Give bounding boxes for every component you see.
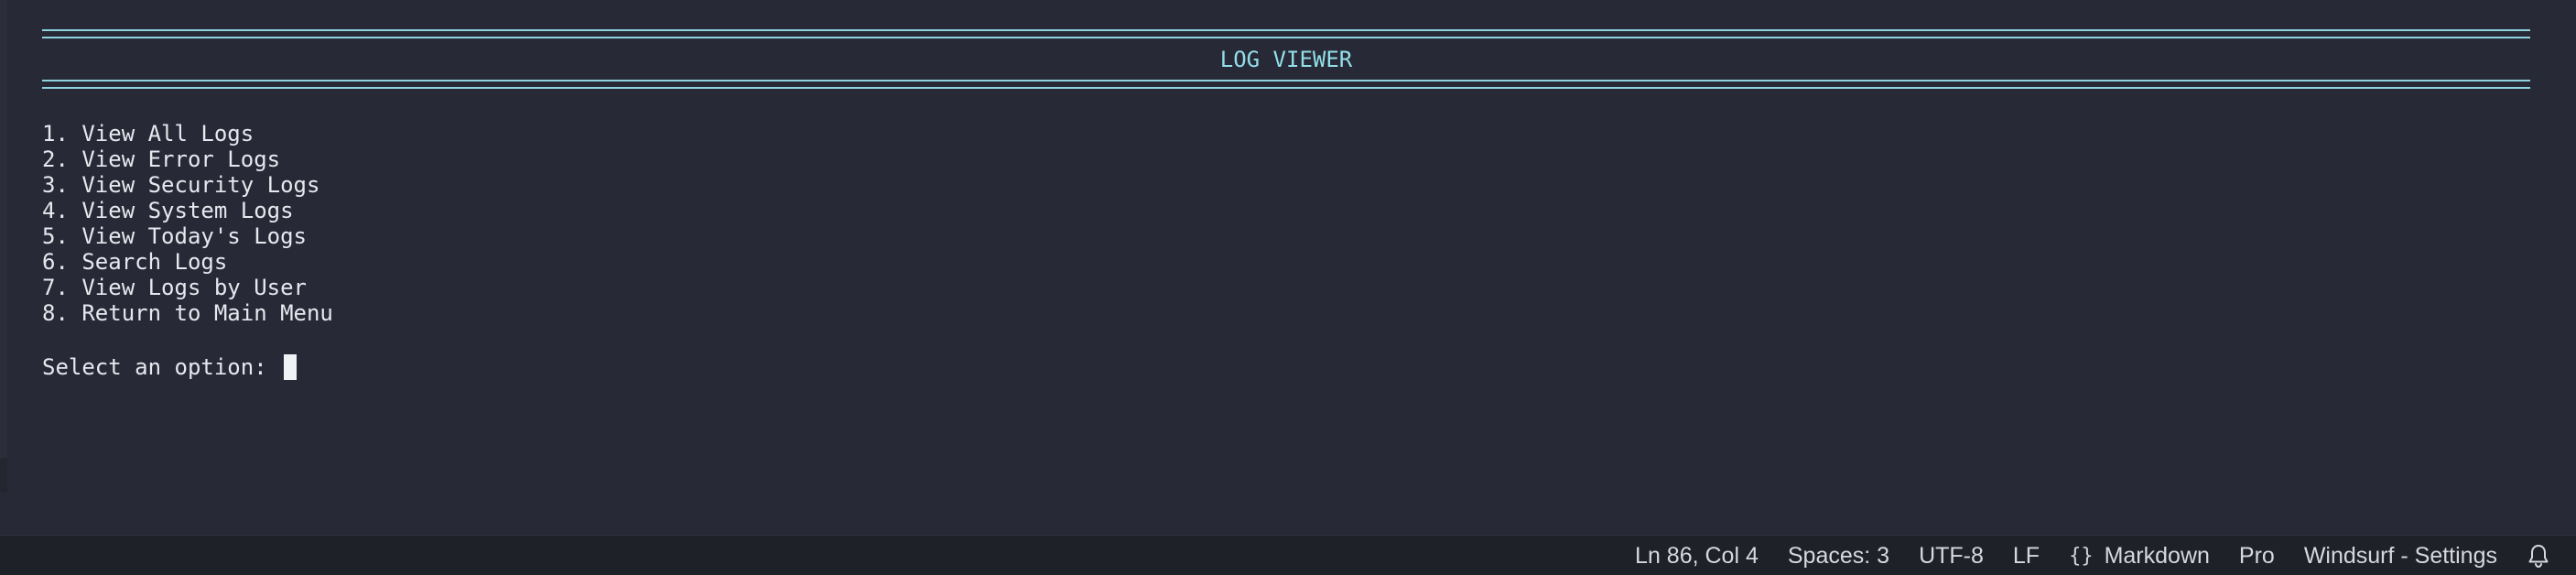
- editor-window: LOG VIEWER 1. View All Logs 2. View Erro…: [0, 0, 2576, 575]
- menu-item-view-system-logs: 4. View System Logs: [42, 198, 294, 223]
- menu-item-view-logs-by-user: 7. View Logs by User: [42, 275, 307, 300]
- terminal-panel[interactable]: LOG VIEWER 1. View All Logs 2. View Erro…: [0, 0, 2576, 533]
- menu-item-return-main-menu: 8. Return to Main Menu: [42, 300, 333, 326]
- plan-badge[interactable]: Pro: [2239, 543, 2275, 570]
- terminal-cursor: [284, 354, 298, 380]
- windsurf-settings[interactable]: Windsurf - Settings: [2304, 543, 2497, 570]
- option-prompt[interactable]: Select an option:: [42, 353, 298, 381]
- line-ending[interactable]: LF: [2013, 543, 2040, 570]
- status-bar: Ln 86, Col 4 Spaces: 3 UTF-8 LF {} Markd…: [0, 535, 2576, 575]
- panel-left-edge-lower: [0, 458, 7, 493]
- notifications-button[interactable]: [2527, 543, 2550, 569]
- header-rule-bottom: [42, 80, 2530, 89]
- bell-icon: [2528, 545, 2549, 569]
- prompt-label: Select an option:: [42, 354, 281, 380]
- header-rule-top: [42, 29, 2530, 38]
- menu-item-view-error-logs: 2. View Error Logs: [42, 146, 281, 172]
- panel-left-edge: [0, 0, 7, 458]
- menu-item-view-security-logs: 3. View Security Logs: [42, 172, 320, 198]
- indentation-setting[interactable]: Spaces: 3: [1788, 543, 1889, 570]
- menu-item-view-all-logs: 1. View All Logs: [42, 121, 254, 146]
- log-menu: 1. View All Logs 2. View Error Logs 3. V…: [42, 121, 333, 326]
- file-encoding[interactable]: UTF-8: [1919, 543, 1984, 570]
- log-viewer-title: LOG VIEWER: [1219, 47, 1353, 72]
- menu-item-search-logs: 6. Search Logs: [42, 249, 228, 275]
- language-mode[interactable]: {} Markdown: [2069, 543, 2210, 570]
- cursor-position[interactable]: Ln 86, Col 4: [1635, 543, 1759, 570]
- menu-item-view-todays-logs: 5. View Today's Logs: [42, 223, 307, 249]
- braces-icon: {}: [2069, 544, 2094, 568]
- language-mode-label: Markdown: [2104, 542, 2210, 569]
